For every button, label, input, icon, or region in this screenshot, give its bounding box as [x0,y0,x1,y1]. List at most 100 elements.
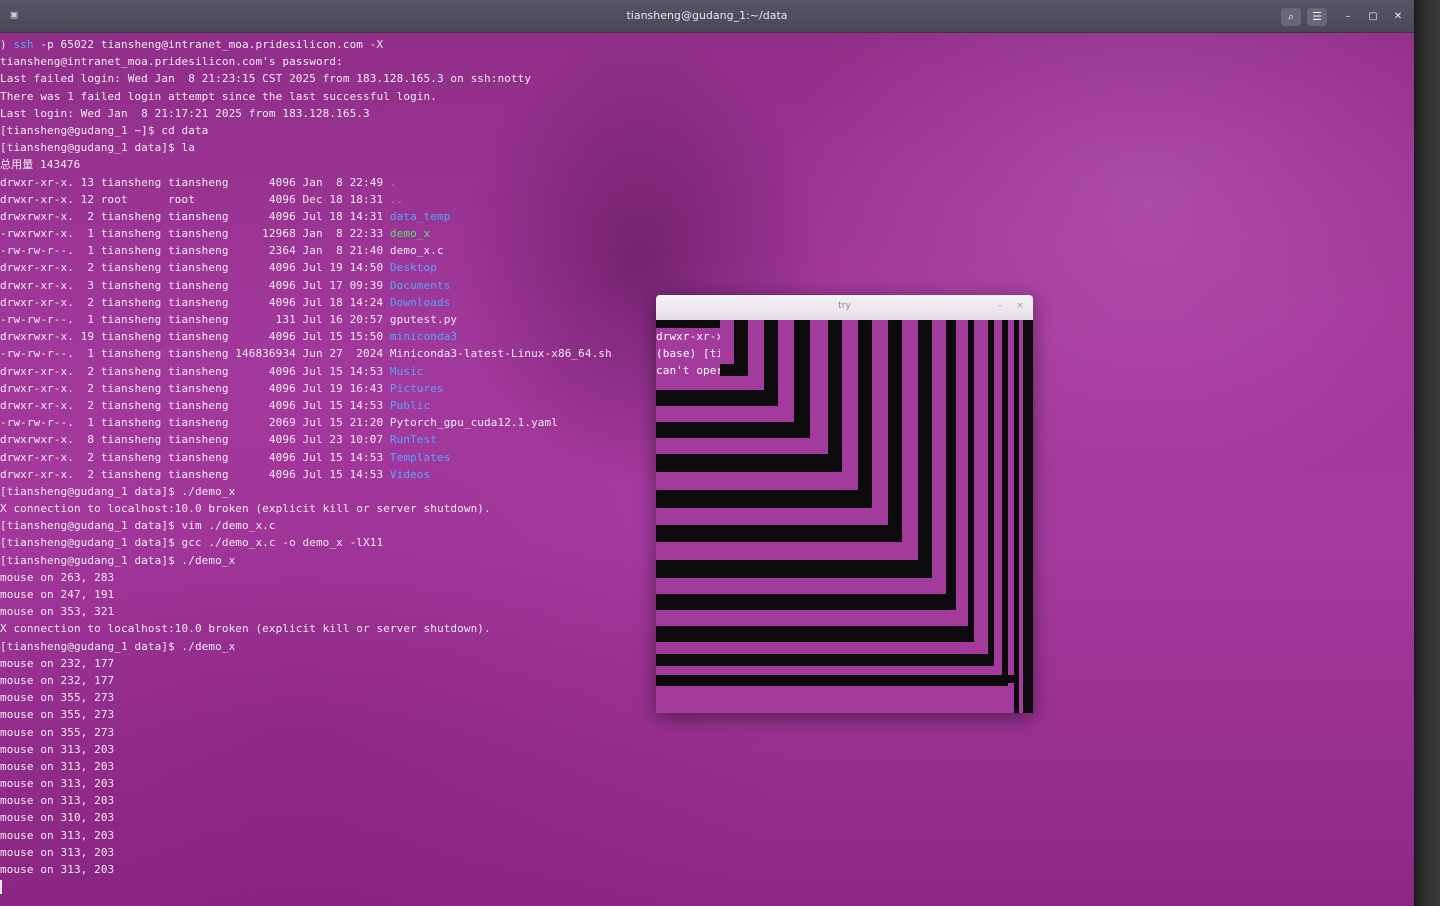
terminal-text: mouse on 353, 321 [0,605,115,619]
terminal-text: -p 65022 tiansheng@intranet_moa.pridesil… [33,38,384,51]
hamburger-menu-icon[interactable]: ☰ [1307,8,1327,26]
terminal-text: mouse on 263, 283 [0,570,115,584]
minimize-icon[interactable]: – [994,300,1006,312]
terminal-line: [tiansheng@gudang_1 ~]$ cd data [0,122,1414,139]
terminal-text: demo_x [389,227,431,241]
terminal-text: -rw-rw-r--. 1 tiansheng tiansheng 131 Ju… [0,313,458,326]
bleed-line: drwxr-xr-x [656,330,720,343]
terminal-text: Templates [389,450,451,464]
terminal-line: 总用量 143476 [0,156,1414,173]
terminal-text: Last login: Wed Jan 8 21:17:21 2025 from… [0,106,370,120]
terminal-line: [tiansheng@gudang_1 data]$ la [0,139,1414,156]
terminal-text: Music [389,364,424,378]
terminal-text: mouse on 313, 203 [0,742,115,756]
terminal-text: mouse on 355, 273 [0,691,115,705]
terminal-text: drwxr-xr-x. 2 tiansheng tiansheng 4096 J… [0,295,390,309]
drawn-rect [1014,320,1033,713]
terminal-text: drwxr-xr-x. 2 tiansheng tiansheng 4096 J… [0,381,390,395]
terminal-text: Pictures [389,381,444,395]
x11-demo-window[interactable]: try – × drwxr-xr-x (base) [ti can't oper [656,295,1033,713]
terminal-text: drwxr-xr-x. 12 root root 4096 Dec 18 18:… [0,192,390,206]
terminal-text: -rw-rw-r--. 1 tiansheng tiansheng 2069 J… [0,416,558,430]
close-icon[interactable]: × [1014,300,1026,312]
terminal-line: mouse on 313, 203 [0,741,1414,758]
terminal-text: drwxr-xr-x. 2 tiansheng tiansheng 4096 J… [0,261,390,275]
terminal-line: Last failed login: Wed Jan 8 21:23:15 CS… [0,70,1414,87]
monitor-bezel [1414,0,1440,906]
terminal-text: [tiansheng@gudang_1 data]$ ./demo_x [0,484,236,498]
bleed-line: (base) [ti [656,347,720,361]
close-icon[interactable]: ✕ [1390,9,1406,25]
terminal-line: drwxr-xr-x. 13 tiansheng tiansheng 4096 … [0,174,1414,191]
terminal-text: mouse on 313, 203 [0,863,115,876]
terminal-prompt-line[interactable] [0,878,1414,895]
terminal-text: mouse on 313, 203 [0,759,115,773]
terminal-text: RunTest [389,433,437,447]
terminal-text: -rw-rw-r--. 1 tiansheng tiansheng 2364 J… [0,244,444,258]
terminal-text: drwxr-xr-x. 2 tiansheng tiansheng 4096 J… [0,450,390,464]
terminal-text: [tiansheng@gudang_1 data]$ la [0,141,195,155]
terminal-text: Videos [389,467,431,481]
terminal-text: Public [389,398,431,412]
terminal-text: drwxr-xr-x. 2 tiansheng tiansheng 4096 J… [0,364,390,378]
terminal-text: mouse on 313, 203 [0,794,115,808]
terminal-text: Last failed login: Wed Jan 8 21:23:15 CS… [0,72,532,86]
x11-canvas[interactable]: drwxr-xr-x (base) [ti can't oper [656,320,1033,713]
terminal-line: drwxr-xr-x. 2 tiansheng tiansheng 4096 J… [0,259,1414,276]
maximize-icon[interactable]: ▢ [1365,9,1381,25]
terminal-text: mouse on 355, 273 [0,725,115,739]
terminal-text: drwxrwxr-x. 19 tiansheng tiansheng 4096 … [0,330,390,344]
terminal-text: [tiansheng@gudang_1 data]$ ./demo_x [0,553,236,567]
terminal-text: [tiansheng@gudang_1 ~]$ cd data [0,123,209,137]
terminal-text: drwxr-xr-x. 13 tiansheng tiansheng 4096 … [0,175,390,189]
terminal-text: tiansheng@intranet_moa.pridesilicon.com'… [0,55,343,69]
terminal-line: mouse on 313, 203 [0,844,1414,861]
terminal-line: drwxr-xr-x. 3 tiansheng tiansheng 4096 J… [0,277,1414,294]
terminal-line: mouse on 310, 203 [0,809,1414,826]
desktop-screen: ▣ tiansheng@gudang_1:~/data ⌕ ☰ – ▢ ✕ ) … [0,0,1414,906]
terminal-text: [tiansheng@gudang_1 data]$ vim ./demo_x.… [0,519,276,533]
terminal-line: mouse on 313, 203 [0,758,1414,775]
terminal-line: mouse on 313, 203 [0,775,1414,792]
terminal-text: ssh [13,38,34,51]
terminal-line: mouse on 313, 203 [0,827,1414,844]
drawn-rect [1019,320,1023,713]
terminal-text: [tiansheng@gudang_1 data]$ gcc ./demo_x.… [0,536,384,550]
terminal-text: Desktop [389,261,437,275]
drawn-rect [656,675,1014,683]
terminal-text: data_temp [389,209,451,223]
terminal-text: Documents [389,278,451,292]
terminal-line: mouse on 313, 203 [0,792,1414,809]
terminal-text: [tiansheng@gudang_1 data]$ ./demo_x [0,639,236,653]
bleed-through-text: drwxr-xr-x (base) [ti can't oper [656,328,720,380]
bleed-line: can't oper [656,364,720,378]
terminal-text: Downloads [389,295,451,309]
terminal-text: drwxrwxr-x. 8 tiansheng tiansheng 4096 J… [0,433,390,447]
terminal-text: . [389,175,397,189]
x11-window-title: try [838,301,851,311]
terminal-line: tiansheng@intranet_moa.pridesilicon.com'… [0,53,1414,70]
terminal-line: -rw-rw-r--. 1 tiansheng tiansheng 2364 J… [0,242,1414,259]
search-icon[interactable]: ⌕ [1281,8,1301,26]
terminal-text: drwxr-xr-x. 2 tiansheng tiansheng 4096 J… [0,467,390,481]
minimize-icon[interactable]: – [1340,9,1356,25]
terminal-text: mouse on 313, 203 [0,828,115,842]
terminal-text: drwxr-xr-x. 3 tiansheng tiansheng 4096 J… [0,278,390,292]
terminal-line: mouse on 355, 273 [0,724,1414,741]
terminal-text: -rw-rw-r--. 1 tiansheng tiansheng 146836… [0,347,612,361]
terminal-text: drwxr-xr-x. 2 tiansheng tiansheng 4096 J… [0,398,390,412]
terminal-line: ) ssh -p 65022 tiansheng@intranet_moa.pr… [0,36,1414,53]
x11-window-titlebar[interactable]: try – × [656,295,1033,320]
terminal-text: X connection to localhost:10.0 broken (e… [0,622,491,636]
terminal-text: There was 1 failed login attempt since t… [0,89,437,103]
terminal-text: mouse on 310, 203 [0,811,115,825]
terminal-text: .. [389,192,404,206]
terminal-titlebar[interactable]: ▣ tiansheng@gudang_1:~/data ⌕ ☰ – ▢ ✕ [0,0,1414,33]
terminal-text: mouse on 313, 203 [0,845,115,859]
terminal-text: X connection to localhost:10.0 broken (e… [0,502,491,516]
terminal-text: mouse on 232, 177 [0,656,115,670]
terminal-text: mouse on 232, 177 [0,673,115,687]
terminal-line: Last login: Wed Jan 8 21:17:21 2025 from… [0,105,1414,122]
terminal-text: mouse on 313, 203 [0,777,115,791]
window-title: tiansheng@gudang_1:~/data [626,9,788,22]
